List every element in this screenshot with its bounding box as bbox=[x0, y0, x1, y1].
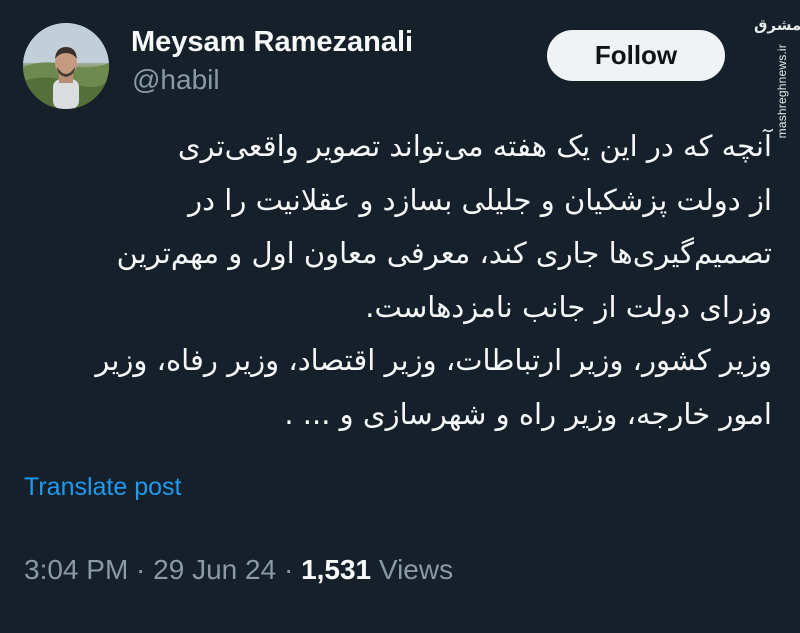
watermark-site: mashreghnews.ir bbox=[775, 44, 789, 139]
tweet-text-line: امور خارجه، وزیر راه و شهرسازی و ... . bbox=[284, 396, 772, 431]
tweet-text: آنچه که در این یک هفته می‌تواند تصویر وا… bbox=[20, 120, 772, 441]
tweet-text-line: وزیر کشور، وزیر ارتباطات، وزیر اقتصاد، و… bbox=[95, 343, 772, 377]
tweet-card: Meysam Ramezanali @habil Follow مشرق mas… bbox=[0, 0, 800, 633]
follow-button[interactable]: Follow bbox=[547, 30, 725, 81]
avatar[interactable] bbox=[23, 23, 109, 109]
meta-separator: · bbox=[276, 554, 302, 585]
translate-post-link[interactable]: Translate post bbox=[24, 473, 181, 502]
tweet-text-line: آنچه که در این یک هفته می‌تواند تصویر وا… bbox=[177, 129, 772, 163]
tweet-meta: 3:04 PM · 29 Jun 24 · 1,531 Views bbox=[24, 554, 453, 586]
tweet-date[interactable]: 29 Jun 24 bbox=[153, 554, 276, 585]
tweet-text-line: وزرای دولت از جانب نامزدهاست. bbox=[365, 289, 772, 324]
watermark-logo: مشرق bbox=[754, 16, 800, 34]
profile-photo-icon bbox=[23, 23, 109, 109]
views-label: Views bbox=[371, 554, 454, 585]
author-display-name[interactable]: Meysam Ramezanali bbox=[131, 26, 413, 59]
meta-separator: · bbox=[128, 554, 154, 585]
author-handle[interactable]: @habil bbox=[132, 64, 220, 96]
views-count: 1,531 bbox=[301, 554, 372, 585]
tweet-text-line: از دولت پزشکیان و جلیلی بسازد و عقلانیت … bbox=[188, 182, 772, 217]
tweet-text-line: تصمیم‌گیری‌ها جاری کند، معرفی معاون اول … bbox=[116, 236, 772, 270]
tweet-time[interactable]: 3:04 PM bbox=[24, 554, 128, 585]
